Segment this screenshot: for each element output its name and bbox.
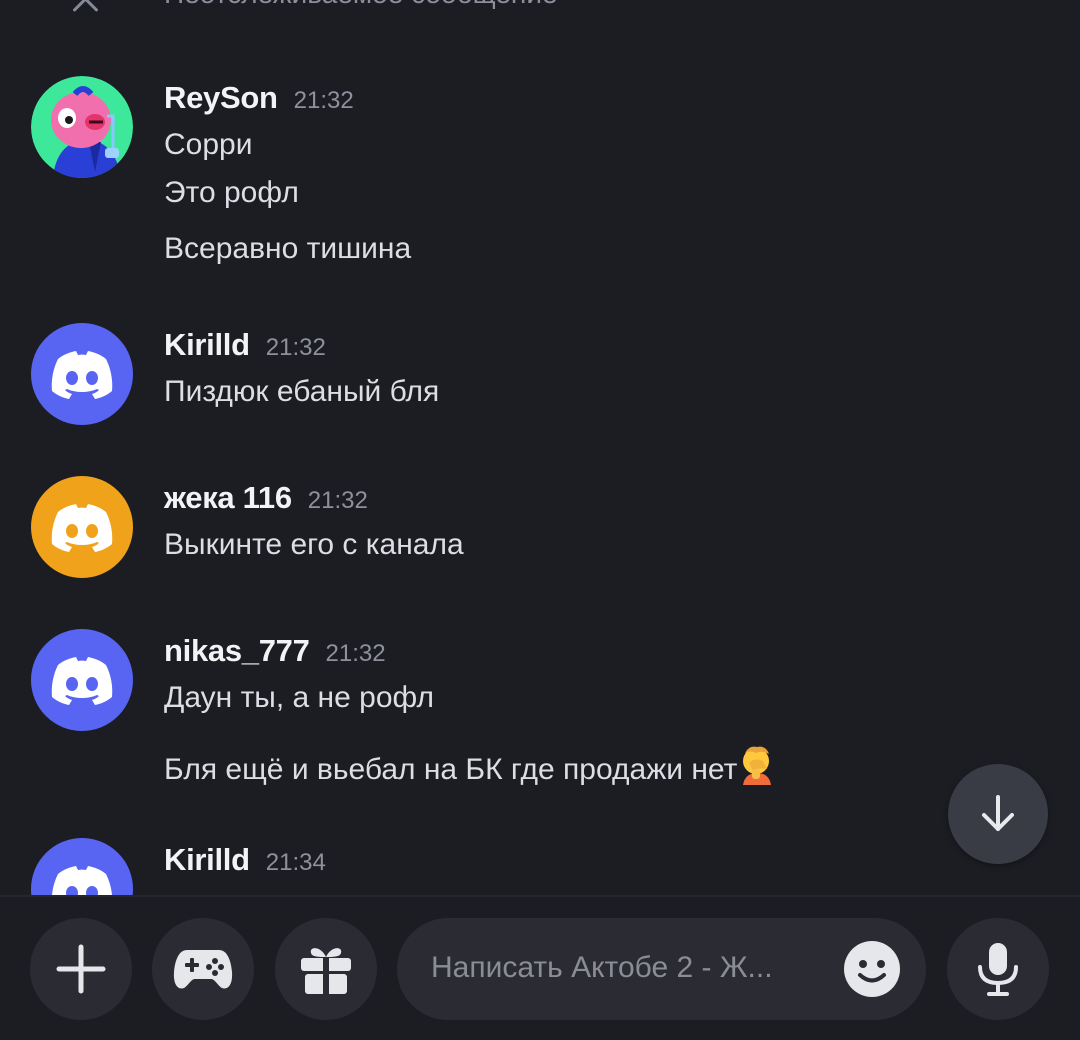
timestamp: 21:32 [307, 487, 368, 514]
timestamp: 21:34 [265, 849, 326, 876]
facepalm-emoji-icon [739, 745, 775, 793]
timestamp: 21:32 [293, 87, 354, 114]
message-header: Kirilld 21:32 [164, 327, 326, 363]
message-text-content: Бля ещё и вьебал на БК где продажи нет [164, 753, 738, 786]
message-input-placeholder: Написать Актобе 2 - Ж... [431, 951, 773, 984]
activities-button[interactable] [152, 918, 254, 1020]
voice-message-button[interactable] [947, 918, 1049, 1020]
username[interactable]: Kirilld [164, 327, 250, 362]
message-header: ReySon 21:32 [164, 80, 354, 116]
timestamp: 21:32 [265, 334, 326, 361]
emoji-picker-button[interactable] [843, 940, 901, 998]
message-header: жека 116 21:32 [164, 480, 368, 516]
microphone-icon [978, 943, 1018, 996]
message-text[interactable]: Бля ещё и вьебал на БК где продажи нет [164, 745, 775, 793]
message-text[interactable]: Сорри [164, 128, 252, 162]
message-composer: Написать Актобе 2 - Ж... [0, 897, 1080, 1040]
avatar[interactable] [31, 76, 133, 178]
emoji-icon [844, 941, 900, 997]
username[interactable]: Kirilld [164, 842, 250, 877]
username[interactable]: nikas_777 [164, 633, 310, 668]
message-text[interactable]: Выкинте его с канала [164, 528, 464, 562]
message-text[interactable]: Это рофл [164, 176, 299, 210]
gift-button[interactable] [275, 918, 377, 1020]
message-text[interactable]: Пиздюк ебаный бля [164, 375, 439, 409]
avatar[interactable] [31, 476, 133, 578]
discord-logo-icon [51, 657, 113, 705]
username[interactable]: ReySon [164, 80, 278, 115]
avatar[interactable] [31, 629, 133, 731]
message-text[interactable]: Даун ты, а не рофл [164, 681, 434, 715]
gamepad-icon [173, 950, 233, 989]
add-attachment-button[interactable] [30, 918, 132, 1020]
avatar[interactable] [31, 838, 133, 895]
timestamp: 21:32 [325, 640, 386, 667]
scroll-to-bottom-button[interactable] [948, 764, 1048, 864]
discord-logo-icon [52, 866, 112, 895]
username[interactable]: жека 116 [164, 480, 292, 515]
message-text[interactable]: Всеравно тишина [164, 232, 411, 266]
message-header: nikas_777 21:32 [164, 633, 386, 669]
plus-icon [56, 944, 106, 994]
arrow-down-icon [982, 795, 1014, 831]
discord-logo-icon [51, 351, 113, 399]
message-input[interactable]: Написать Актобе 2 - Ж... [397, 918, 926, 1020]
gift-icon [301, 948, 351, 994]
avatar[interactable] [31, 323, 133, 425]
pink-character-avatar-icon [31, 76, 133, 178]
message-header: Kirilld 21:34 [164, 842, 326, 878]
message-list[interactable]: ReySon 21:32 Сорри Это рофл Всеравно тиши… [0, 0, 1080, 895]
discord-logo-icon [51, 504, 113, 552]
